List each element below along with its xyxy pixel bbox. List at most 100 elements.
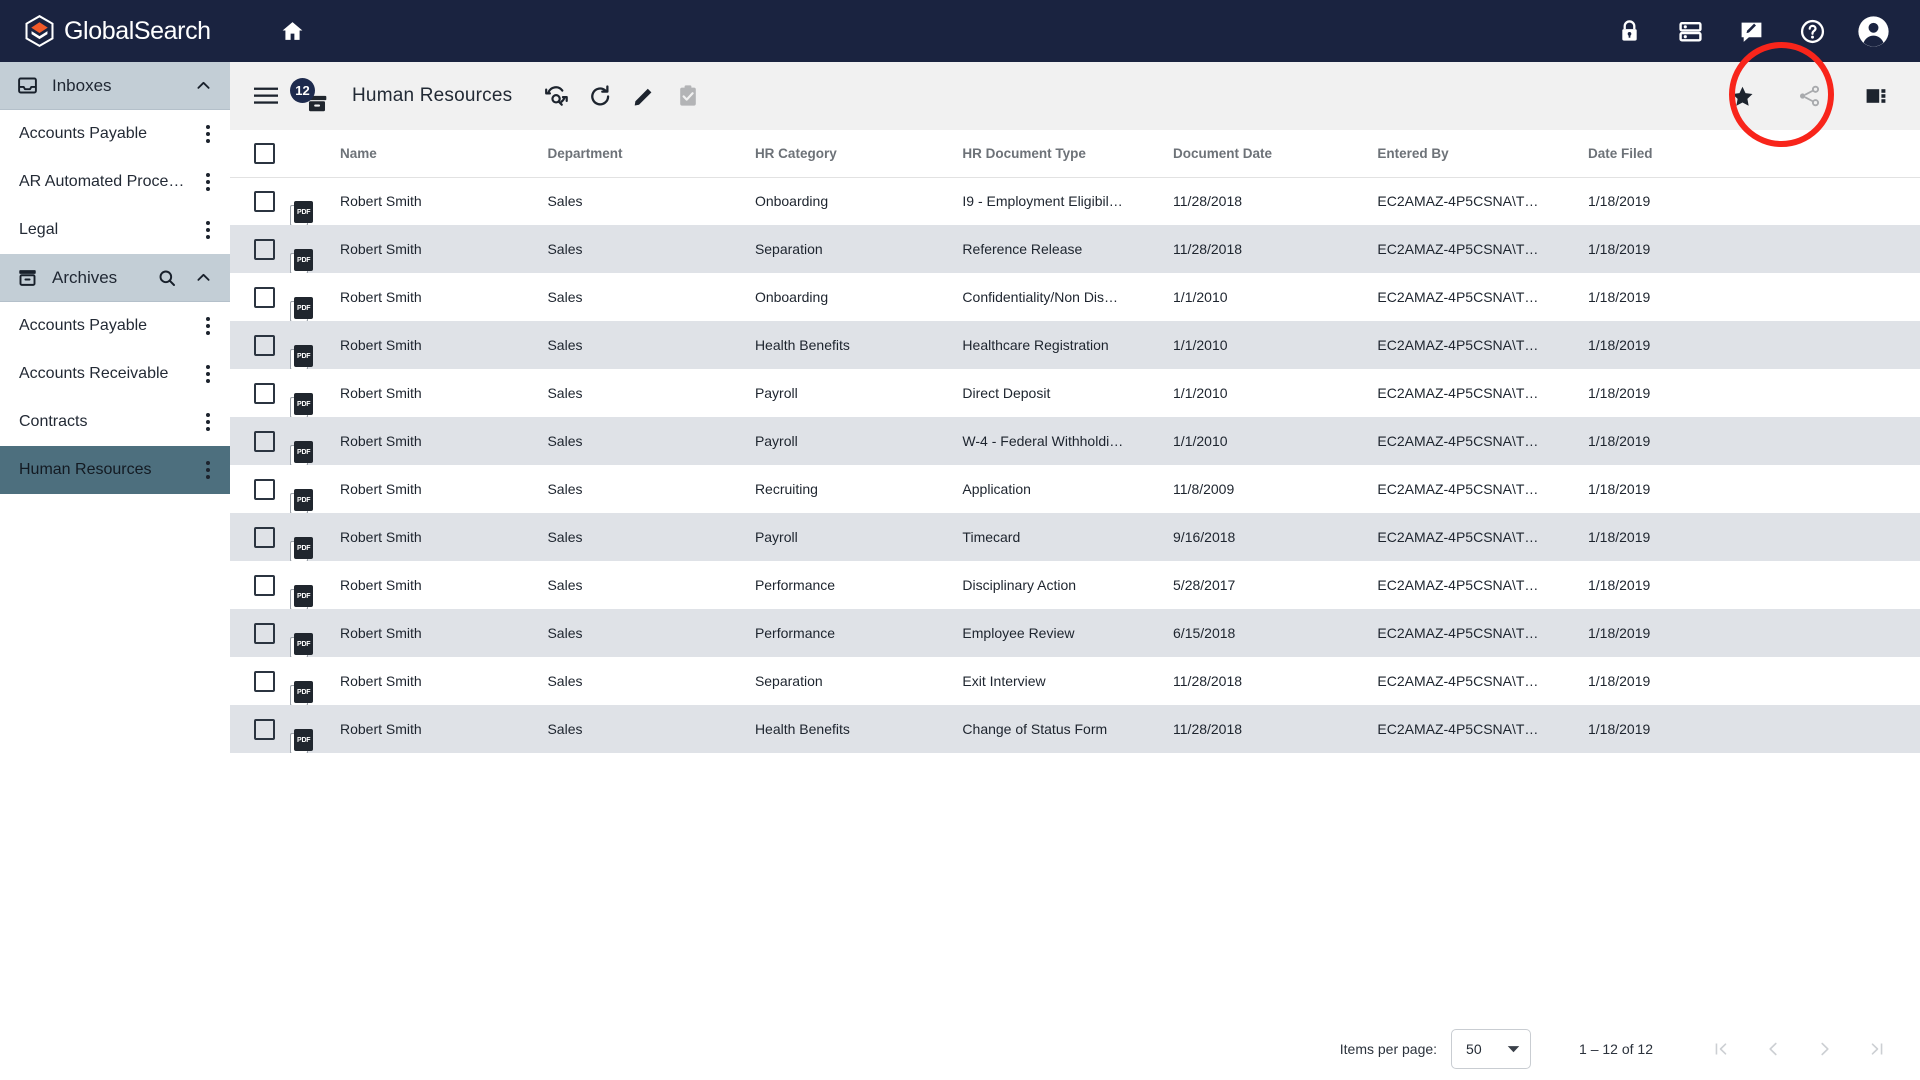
more-options-icon[interactable] bbox=[206, 221, 210, 239]
table-row[interactable]: PDFRobert SmithSalesOnboardingI9 - Emplo… bbox=[230, 177, 1920, 225]
brand-logo-group[interactable]: GlobalSearch bbox=[24, 15, 211, 48]
more-options-icon[interactable] bbox=[206, 317, 210, 335]
row-checkbox[interactable] bbox=[254, 431, 275, 452]
more-options-icon[interactable] bbox=[206, 413, 210, 431]
row-checkbox[interactable] bbox=[254, 287, 275, 308]
table-row[interactable]: PDFRobert SmithSalesOnboardingConfidenti… bbox=[230, 273, 1920, 321]
cell-date-filed: 1/18/2019 bbox=[1588, 705, 1920, 753]
cell-hr-document-type: Timecard bbox=[962, 513, 1173, 561]
row-checkbox[interactable] bbox=[254, 527, 275, 548]
cell-entered-by: EC2AMAZ-4P5CSNA\T… bbox=[1377, 705, 1588, 753]
cell-date-filed: 1/18/2019 bbox=[1588, 657, 1920, 705]
sidebar-section-label: Archives bbox=[52, 268, 142, 288]
search-refresh-icon[interactable] bbox=[534, 74, 578, 118]
home-button[interactable] bbox=[273, 11, 313, 51]
chevron-up-icon[interactable] bbox=[192, 75, 214, 97]
row-checkbox[interactable] bbox=[254, 623, 275, 644]
table-row[interactable]: PDFRobert SmithSalesPerformanceEmployee … bbox=[230, 609, 1920, 657]
row-file-icon-cell: PDF bbox=[290, 321, 340, 369]
sidebar-item-inbox-accounts-payable[interactable]: Accounts Payable bbox=[0, 110, 230, 158]
row-checkbox[interactable] bbox=[254, 191, 275, 212]
row-file-icon-cell: PDF bbox=[290, 657, 340, 705]
first-page-button[interactable] bbox=[1708, 1036, 1734, 1062]
cell-date-filed: 1/18/2019 bbox=[1588, 177, 1920, 225]
cell-hr-category: Payroll bbox=[755, 513, 962, 561]
cell-document-date: 11/8/2009 bbox=[1173, 465, 1377, 513]
cell-department: Sales bbox=[547, 177, 754, 225]
sidebar-item-archive-accounts-payable[interactable]: Accounts Payable bbox=[0, 302, 230, 350]
table-row[interactable]: PDFRobert SmithSalesPayrollW-4 - Federal… bbox=[230, 417, 1920, 465]
feedback-icon[interactable] bbox=[1734, 14, 1768, 48]
cell-entered-by: EC2AMAZ-4P5CSNA\T… bbox=[1377, 657, 1588, 705]
select-all-checkbox[interactable] bbox=[254, 143, 275, 164]
refresh-icon[interactable] bbox=[578, 74, 622, 118]
last-page-button[interactable] bbox=[1864, 1036, 1890, 1062]
row-file-icon-cell: PDF bbox=[290, 273, 340, 321]
more-options-icon[interactable] bbox=[206, 173, 210, 191]
column-header-entered-by[interactable]: Entered By bbox=[1377, 130, 1588, 177]
share-icon[interactable] bbox=[1787, 74, 1831, 118]
table-row[interactable]: PDFRobert SmithSalesSeparationExit Inter… bbox=[230, 657, 1920, 705]
table-row[interactable]: PDFRobert SmithSalesRecruitingApplicatio… bbox=[230, 465, 1920, 513]
lock-icon[interactable] bbox=[1612, 14, 1646, 48]
cell-hr-category: Health Benefits bbox=[755, 321, 962, 369]
sidebar-item-inbox-legal[interactable]: Legal bbox=[0, 206, 230, 254]
column-header-hr-category[interactable]: HR Category bbox=[755, 130, 962, 177]
row-checkbox[interactable] bbox=[254, 719, 275, 740]
cell-entered-by: EC2AMAZ-4P5CSNA\T… bbox=[1377, 225, 1588, 273]
row-checkbox[interactable] bbox=[254, 575, 275, 596]
table-row[interactable]: PDFRobert SmithSalesPayrollTimecard9/16/… bbox=[230, 513, 1920, 561]
cell-hr-category: Performance bbox=[755, 561, 962, 609]
cell-hr-document-type: Application bbox=[962, 465, 1173, 513]
table-header: Name Department HR Category HR Document … bbox=[230, 130, 1920, 177]
table-row[interactable]: PDFRobert SmithSalesPerformanceDisciplin… bbox=[230, 561, 1920, 609]
table-row[interactable]: PDFRobert SmithSalesPayrollDirect Deposi… bbox=[230, 369, 1920, 417]
favorite-star-icon[interactable] bbox=[1720, 74, 1764, 118]
table-row[interactable]: PDFRobert SmithSalesHealth BenefitsChang… bbox=[230, 705, 1920, 753]
column-header-document-date[interactable]: Document Date bbox=[1173, 130, 1377, 177]
edit-icon[interactable] bbox=[622, 74, 666, 118]
sidebar: Inboxes Accounts Payable AR Automated Pr… bbox=[0, 62, 230, 1080]
row-checkbox[interactable] bbox=[254, 479, 275, 500]
cell-hr-document-type: W-4 - Federal Withholdi… bbox=[962, 417, 1173, 465]
column-header-name[interactable]: Name bbox=[340, 130, 547, 177]
row-file-icon-cell: PDF bbox=[290, 225, 340, 273]
column-header-date-filed[interactable]: Date Filed bbox=[1588, 130, 1920, 177]
sidebar-section-inboxes[interactable]: Inboxes bbox=[0, 62, 230, 110]
sidebar-item-archive-contracts[interactable]: Contracts bbox=[0, 398, 230, 446]
more-options-icon[interactable] bbox=[206, 125, 210, 143]
row-checkbox[interactable] bbox=[254, 335, 275, 356]
sidebar-item-archive-human-resources[interactable]: Human Resources bbox=[0, 446, 230, 494]
row-checkbox[interactable] bbox=[254, 671, 275, 692]
items-per-page-select[interactable]: 50 bbox=[1451, 1029, 1531, 1069]
more-options-icon[interactable] bbox=[206, 365, 210, 383]
server-icon[interactable] bbox=[1673, 14, 1707, 48]
search-icon[interactable] bbox=[156, 267, 178, 289]
row-file-icon-cell: PDF bbox=[290, 561, 340, 609]
account-icon[interactable] bbox=[1856, 14, 1890, 48]
cell-name: Robert Smith bbox=[340, 321, 547, 369]
help-icon[interactable] bbox=[1795, 14, 1829, 48]
previous-page-button[interactable] bbox=[1760, 1036, 1786, 1062]
table-row[interactable]: PDFRobert SmithSalesSeparationReference … bbox=[230, 225, 1920, 273]
row-file-icon-cell: PDF bbox=[290, 369, 340, 417]
task-icon[interactable] bbox=[666, 74, 710, 118]
cell-date-filed: 1/18/2019 bbox=[1588, 225, 1920, 273]
row-checkbox[interactable] bbox=[254, 383, 275, 404]
column-header-department[interactable]: Department bbox=[547, 130, 754, 177]
sidebar-item-inbox-ar-automated-process[interactable]: AR Automated Process … bbox=[0, 158, 230, 206]
next-page-button[interactable] bbox=[1812, 1036, 1838, 1062]
more-options-icon[interactable] bbox=[206, 461, 210, 479]
sidebar-item-archive-accounts-receivable[interactable]: Accounts Receivable bbox=[0, 350, 230, 398]
archive-badge-icon[interactable]: 12 bbox=[288, 74, 334, 118]
column-header-hr-document-type[interactable]: HR Document Type bbox=[962, 130, 1173, 177]
table-row[interactable]: PDFRobert SmithSalesHealth BenefitsHealt… bbox=[230, 321, 1920, 369]
cell-department: Sales bbox=[547, 657, 754, 705]
sidebar-section-archives[interactable]: Archives bbox=[0, 254, 230, 302]
view-layout-icon[interactable] bbox=[1854, 74, 1898, 118]
row-checkbox[interactable] bbox=[254, 239, 275, 260]
chevron-up-icon[interactable] bbox=[192, 267, 214, 289]
main-content: 12 Human Resources bbox=[230, 62, 1920, 1080]
cell-document-date: 11/28/2018 bbox=[1173, 177, 1377, 225]
hamburger-menu-icon[interactable] bbox=[244, 74, 288, 118]
